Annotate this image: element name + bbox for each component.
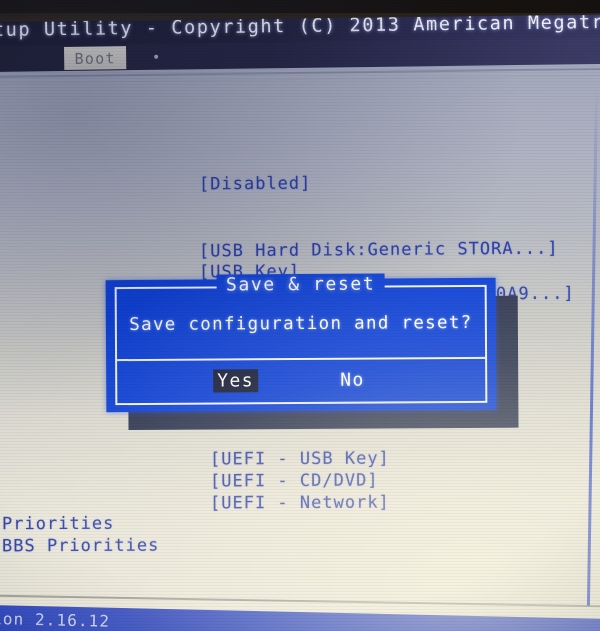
tab-boot[interactable]: Boot (64, 46, 127, 70)
save-and-reset-dialog[interactable]: Save & reset Save configuration and rese… (105, 273, 519, 431)
bios-version-text: ion 2.16.12 (0, 609, 111, 631)
menu-item-priorities[interactable]: Priorities (2, 514, 114, 535)
option-value-uefi-cd-dvd[interactable]: [UEFI - CD/DVD] (210, 471, 379, 492)
option-value-disabled[interactable]: [Disabled] (199, 174, 312, 195)
tab-marker-dot-icon (154, 54, 159, 59)
option-value-uefi-network[interactable]: [UEFI - Network] (210, 493, 390, 514)
option-value-usb-hard-disk[interactable]: [USB Hard Disk:Generic STORA...] (199, 239, 559, 262)
dialog-panel: Save & reset Save configuration and rese… (105, 273, 497, 413)
dialog-button-row: Yes No (117, 365, 485, 403)
yes-button-label[interactable]: Yes (213, 369, 259, 393)
no-button[interactable]: No (336, 370, 369, 391)
dialog-message: Save configuration and reset? (129, 312, 473, 336)
no-button-label[interactable]: No (336, 369, 369, 392)
dialog-separator (117, 356, 486, 362)
dialog-border-frame: Save & reset Save configuration and rese… (114, 273, 488, 406)
bios-setup-screenshot: [Disabled] [USB Hard Disk:Generic STORA.… (0, 0, 600, 631)
menu-item-bbs-priorities[interactable]: BBS Priorities (2, 536, 159, 557)
monitor-bezel-edge (0, 0, 600, 13)
tab-boot-label: Boot (74, 48, 116, 68)
yes-button[interactable]: Yes (213, 369, 259, 393)
option-value-uefi-usb-key[interactable]: [UEFI - USB Key] (210, 449, 390, 470)
